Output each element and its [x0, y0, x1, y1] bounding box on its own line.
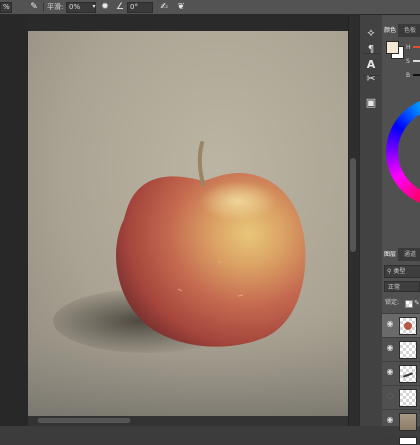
angle-icon: ∠ [115, 2, 125, 12]
dropdown-caret-icon[interactable]: ▾ [91, 1, 97, 13]
document-tab-bar [28, 15, 348, 31]
channel-h-slider[interactable] [413, 46, 420, 48]
layer-thumbnail-transparent [399, 341, 417, 359]
brush-size-field[interactable]: % [0, 2, 12, 13]
options-bar: % ✎ 平滑: 0% ▾ ✹ ∠ 0° ✍ ❦ [0, 0, 420, 15]
layer-filter-label: 类型 [393, 268, 406, 275]
right-panel: 颜色 色板 H S B 图层 通道 ⚲ 类型 正常 锁定: ✎ ◉ ◉ ◉ ◌ … [382, 15, 420, 445]
gear-icon[interactable]: ✹ [99, 1, 111, 13]
brush-pressure-icon[interactable]: ✎ [28, 1, 40, 13]
horizontal-scroll-thumb[interactable] [38, 418, 130, 423]
layer-filter-field[interactable]: ⚲ 类型 [384, 265, 420, 278]
layer-thumbnail-apple [399, 317, 417, 335]
blend-mode-select[interactable]: 正常 [384, 281, 420, 292]
color-panel-tabs: 颜色 色板 [382, 24, 420, 37]
layer-thumbnail-stroke [399, 365, 417, 383]
eye-icon[interactable]: ◉ [386, 344, 394, 352]
channel-s-label: S [406, 58, 410, 65]
panel-icon-strip: ⟡ ¶ A ✂ ▣ [359, 15, 383, 426]
workspace-gutter [0, 15, 28, 426]
channel-h-label: H [406, 44, 411, 51]
eye-icon[interactable]: ◉ [386, 368, 394, 376]
angle-field[interactable]: 0° [127, 2, 153, 13]
layers-panel-tabs: 图层 通道 [382, 248, 420, 261]
eye-hidden-icon[interactable]: ◌ [386, 392, 394, 400]
layer-row[interactable] [382, 433, 420, 445]
history-brush-icon[interactable]: ⟡ [363, 25, 379, 41]
layer-row[interactable]: ◉ [382, 337, 420, 361]
eye-icon[interactable]: ◉ [386, 320, 394, 328]
symmetry-icon[interactable]: ❦ [175, 1, 187, 13]
paragraph-icon[interactable]: ¶ [363, 42, 379, 58]
foreground-color-swatch[interactable] [386, 41, 399, 54]
properties-icon[interactable]: ▣ [363, 95, 379, 111]
lock-transparency-icon[interactable] [405, 300, 413, 308]
lock-paint-icon[interactable]: ✎ [414, 299, 420, 307]
canvas-area[interactable] [28, 15, 348, 426]
layer-row[interactable]: ◉ [382, 361, 420, 385]
eye-icon[interactable]: ◉ [386, 416, 394, 424]
apple-highlight [200, 181, 276, 221]
channel-b-label: B [406, 72, 411, 79]
transform-tool-icon[interactable]: ✂ [363, 71, 379, 87]
tab-swatches[interactable]: 色板 [402, 24, 418, 37]
channel-s-slider[interactable] [413, 60, 420, 62]
layer-row[interactable]: ◌ [382, 385, 420, 409]
smoothing-label: 平滑: [47, 3, 64, 11]
layer-thumbnail-white [399, 437, 417, 445]
layer-thumbnail-background [399, 413, 417, 431]
channel-b-slider[interactable] [413, 74, 420, 76]
tab-color[interactable]: 颜色 [382, 24, 399, 37]
layer-row[interactable]: ◉ [382, 313, 420, 337]
layer-thumbnail-empty [399, 389, 417, 407]
document-canvas[interactable] [28, 31, 348, 426]
search-icon: ⚲ [387, 268, 392, 275]
tab-layers[interactable]: 图层 [382, 248, 399, 261]
layer-row[interactable]: ◉ [382, 409, 420, 433]
pressure-size-icon[interactable]: ✍ [158, 1, 170, 13]
lock-label: 锁定: [385, 299, 400, 306]
color-wheel[interactable] [386, 97, 420, 227]
tab-channels[interactable]: 通道 [402, 248, 418, 261]
vertical-scroll-thumb[interactable] [350, 158, 356, 252]
